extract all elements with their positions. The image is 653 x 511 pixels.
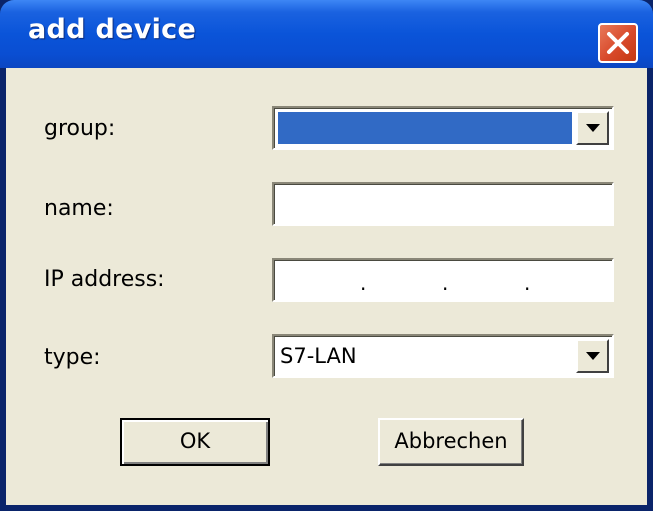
type-label: type: <box>44 345 101 370</box>
group-label: group: <box>44 116 116 141</box>
name-label: name: <box>44 196 114 221</box>
group-select[interactable] <box>272 106 614 150</box>
chevron-down-icon <box>586 352 600 360</box>
ok-button[interactable]: OK <box>120 418 270 466</box>
type-dropdown-button[interactable] <box>576 339 609 373</box>
type-select[interactable]: S7-LAN <box>272 334 614 378</box>
ip-address-label: IP address: <box>44 267 165 292</box>
close-button[interactable] <box>598 23 638 63</box>
name-field[interactable] <box>272 182 614 226</box>
close-icon <box>607 32 629 54</box>
window-title: add device <box>28 14 197 45</box>
add-device-dialog: add device group: name: IP address: . . <box>0 0 653 511</box>
ip-address-field[interactable]: . . . <box>272 258 614 302</box>
cancel-button[interactable]: Abbrechen <box>378 418 524 466</box>
ip-separator: . <box>442 271 449 295</box>
group-dropdown-button[interactable] <box>576 111 609 145</box>
chevron-down-icon <box>586 124 600 132</box>
ip-separator: . <box>360 271 367 295</box>
type-select-value: S7-LAN <box>280 344 357 368</box>
dialog-body: group: name: IP address: . . . type: S7-… <box>6 68 647 505</box>
group-select-value <box>278 112 572 144</box>
ip-separator: . <box>524 271 531 295</box>
title-bar[interactable]: add device <box>0 0 653 68</box>
name-field-value <box>278 188 608 220</box>
